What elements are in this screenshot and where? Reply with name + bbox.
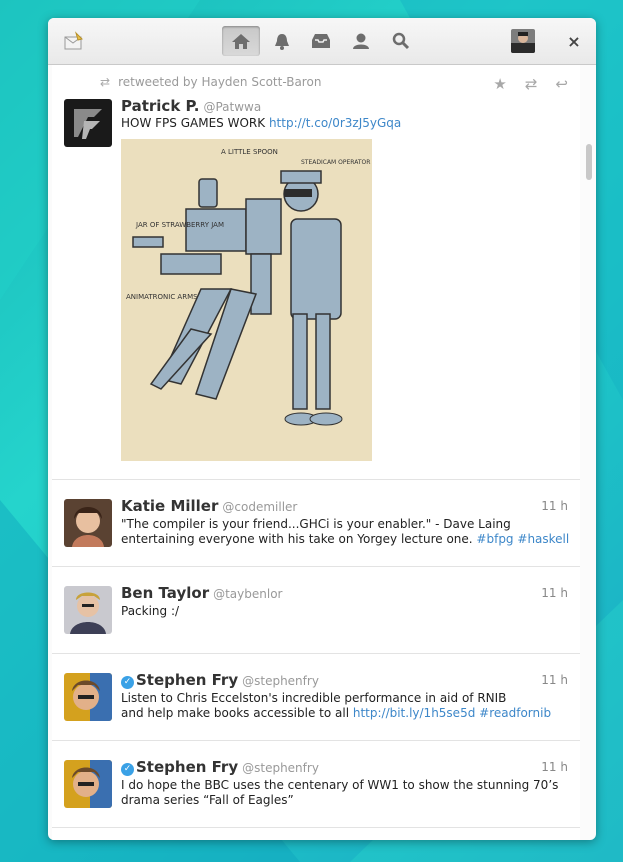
tweet-time[interactable]: 11 h	[541, 499, 568, 513]
tweet-header: Katie Miller @codemiller	[121, 496, 297, 515]
avatar-image	[64, 586, 112, 634]
avatar[interactable]	[64, 673, 112, 721]
account-avatar-button[interactable]	[511, 29, 535, 53]
label-jam: JAR OF STRAWBERRY JAM	[135, 221, 224, 229]
timeline-scrollbar[interactable]	[586, 144, 592, 180]
tweet-text-content: and help make books accessible to all	[121, 706, 353, 720]
retweet-info: ⇄ retweeted by Hayden Scott-Baron	[100, 75, 321, 89]
inbox-icon	[312, 34, 330, 48]
tweet-item[interactable]: ✓ Stephen Fry @stephenfry 11 h Listen to C…	[52, 654, 580, 741]
tweet-text-content: entertaining everyone with his take on Y…	[121, 532, 477, 546]
tweet-text: "The compiler is your friend...GHCi is y…	[121, 517, 569, 547]
nav-home-button[interactable]	[222, 26, 260, 56]
avatar-image	[64, 499, 112, 547]
tweet-text-line: drama series “Fall of Eagles”	[121, 793, 294, 807]
tweet-item[interactable]: Ben Taylor @taybenlor 11 h Packing :/	[52, 567, 580, 654]
reply-icon[interactable]: ↩	[555, 75, 568, 93]
author-handle[interactable]: @taybenlor	[213, 587, 282, 601]
tweet-item[interactable]: Katie Miller @codemiller 11 h "The compil…	[52, 480, 580, 567]
nav-inbox-button[interactable]	[302, 26, 340, 56]
app-window: × ⇄ retweeted by Hayden Scott-Baron ★ ⇄ …	[48, 18, 596, 840]
author-name[interactable]: Stephen Fry	[136, 758, 238, 776]
author-name[interactable]: Katie Miller	[121, 497, 218, 515]
nav-search-button[interactable]	[382, 26, 420, 56]
retweeted-by-text: retweeted by Hayden Scott-Baron	[118, 75, 322, 89]
tweet-item[interactable]: ⇄ retweeted by Hayden Scott-Baron ★ ⇄ ↩ …	[52, 65, 580, 480]
author-handle[interactable]: @stephenfry	[242, 674, 319, 688]
tweet-text-line: I do hope the BBC uses the centenary of …	[121, 778, 559, 792]
tweet-link[interactable]: http://t.co/0r3zJ5yGqa	[269, 116, 401, 130]
tweet-header: Ben Taylor @taybenlor	[121, 583, 282, 602]
home-icon	[232, 34, 250, 49]
retweet-small-icon: ⇄	[100, 75, 111, 89]
search-icon	[392, 32, 410, 50]
nav-profile-button[interactable]	[342, 26, 380, 56]
author-handle[interactable]: @Patwwa	[203, 100, 261, 114]
toolbar: ×	[48, 18, 596, 65]
bell-icon	[275, 34, 289, 50]
timeline[interactable]: ⇄ retweeted by Hayden Scott-Baron ★ ⇄ ↩ …	[52, 65, 580, 840]
author-name[interactable]: Ben Taylor	[121, 584, 209, 602]
compose-icon	[64, 31, 83, 50]
avatar[interactable]	[64, 499, 112, 547]
avatar-image	[64, 99, 112, 147]
hashtag-link[interactable]: #haskell	[517, 532, 569, 546]
tweet-text: Packing :/	[121, 604, 179, 619]
close-icon: ×	[567, 31, 581, 51]
tweet-time[interactable]: 11 h	[541, 586, 568, 600]
user-icon	[353, 33, 369, 49]
tweet-header: ✓ Stephen Fry @stephenfry	[121, 670, 319, 689]
verified-badge-icon: ✓	[121, 763, 134, 776]
tweet-media-image[interactable]: JAR OF STRAWBERRY JAM A LITTLE SPOON STE…	[121, 139, 372, 461]
avatar[interactable]	[64, 586, 112, 634]
tweet-header: Patrick P. @Patwwa	[121, 96, 261, 115]
avatar-image	[64, 760, 112, 808]
tweet-text-line: "The compiler is your friend...GHCi is y…	[121, 517, 511, 531]
hashtag-link[interactable]: #bfpg	[476, 532, 513, 546]
tweet-text: I do hope the BBC uses the centenary of …	[121, 778, 558, 808]
tweet-text-content: HOW FPS GAMES WORK	[121, 116, 269, 130]
tweet-time[interactable]: 11 h	[541, 760, 568, 774]
label-arms: ANIMATRONIC ARMS	[126, 293, 198, 301]
favorite-icon[interactable]: ★	[493, 75, 506, 93]
author-name[interactable]: Patrick P.	[121, 97, 199, 115]
tweet-link[interactable]: http://bit.ly/1h5se5d	[353, 706, 475, 720]
account-avatar	[511, 29, 535, 53]
author-handle[interactable]: @stephenfry	[242, 761, 319, 775]
compose-button[interactable]	[62, 30, 86, 54]
nav-notifications-button[interactable]	[263, 26, 301, 56]
retweet-icon[interactable]: ⇄	[525, 75, 538, 93]
avatar[interactable]	[64, 99, 112, 147]
close-button[interactable]: ×	[563, 30, 585, 52]
tweet-actions: ★ ⇄ ↩	[493, 75, 568, 93]
fps-comic-illustration: JAR OF STRAWBERRY JAM A LITTLE SPOON STE…	[121, 139, 372, 461]
tweet-item[interactable]: ✓ Stephen Fry @stephenfry 11 h I do hope t…	[52, 741, 580, 828]
author-handle[interactable]: @codemiller	[222, 500, 297, 514]
hashtag-link[interactable]: #readfornib	[479, 706, 551, 720]
avatar-image	[64, 673, 112, 721]
tweet-header: ✓ Stephen Fry @stephenfry	[121, 757, 319, 776]
tweet-text-line: and help make books accessible to all ht…	[121, 706, 551, 721]
tweet-text-line: entertaining everyone with his take on Y…	[121, 532, 569, 547]
tweet-time[interactable]: 11 h	[541, 673, 568, 687]
author-name[interactable]: Stephen Fry	[136, 671, 238, 689]
label-steadicam: STEADICAM OPERATOR	[301, 159, 370, 166]
label-spoon: A LITTLE SPOON	[221, 148, 278, 156]
tweet-text: Listen to Chris Eccelston's incredible p…	[121, 691, 551, 721]
tweet-text: HOW FPS GAMES WORK http://t.co/0r3zJ5yGq…	[121, 116, 401, 131]
verified-badge-icon: ✓	[121, 676, 134, 689]
tweet-text-line: Packing :/	[121, 604, 180, 618]
tweet-text-line: Listen to Chris Eccelston's incredible p…	[121, 691, 507, 705]
avatar[interactable]	[64, 760, 112, 808]
